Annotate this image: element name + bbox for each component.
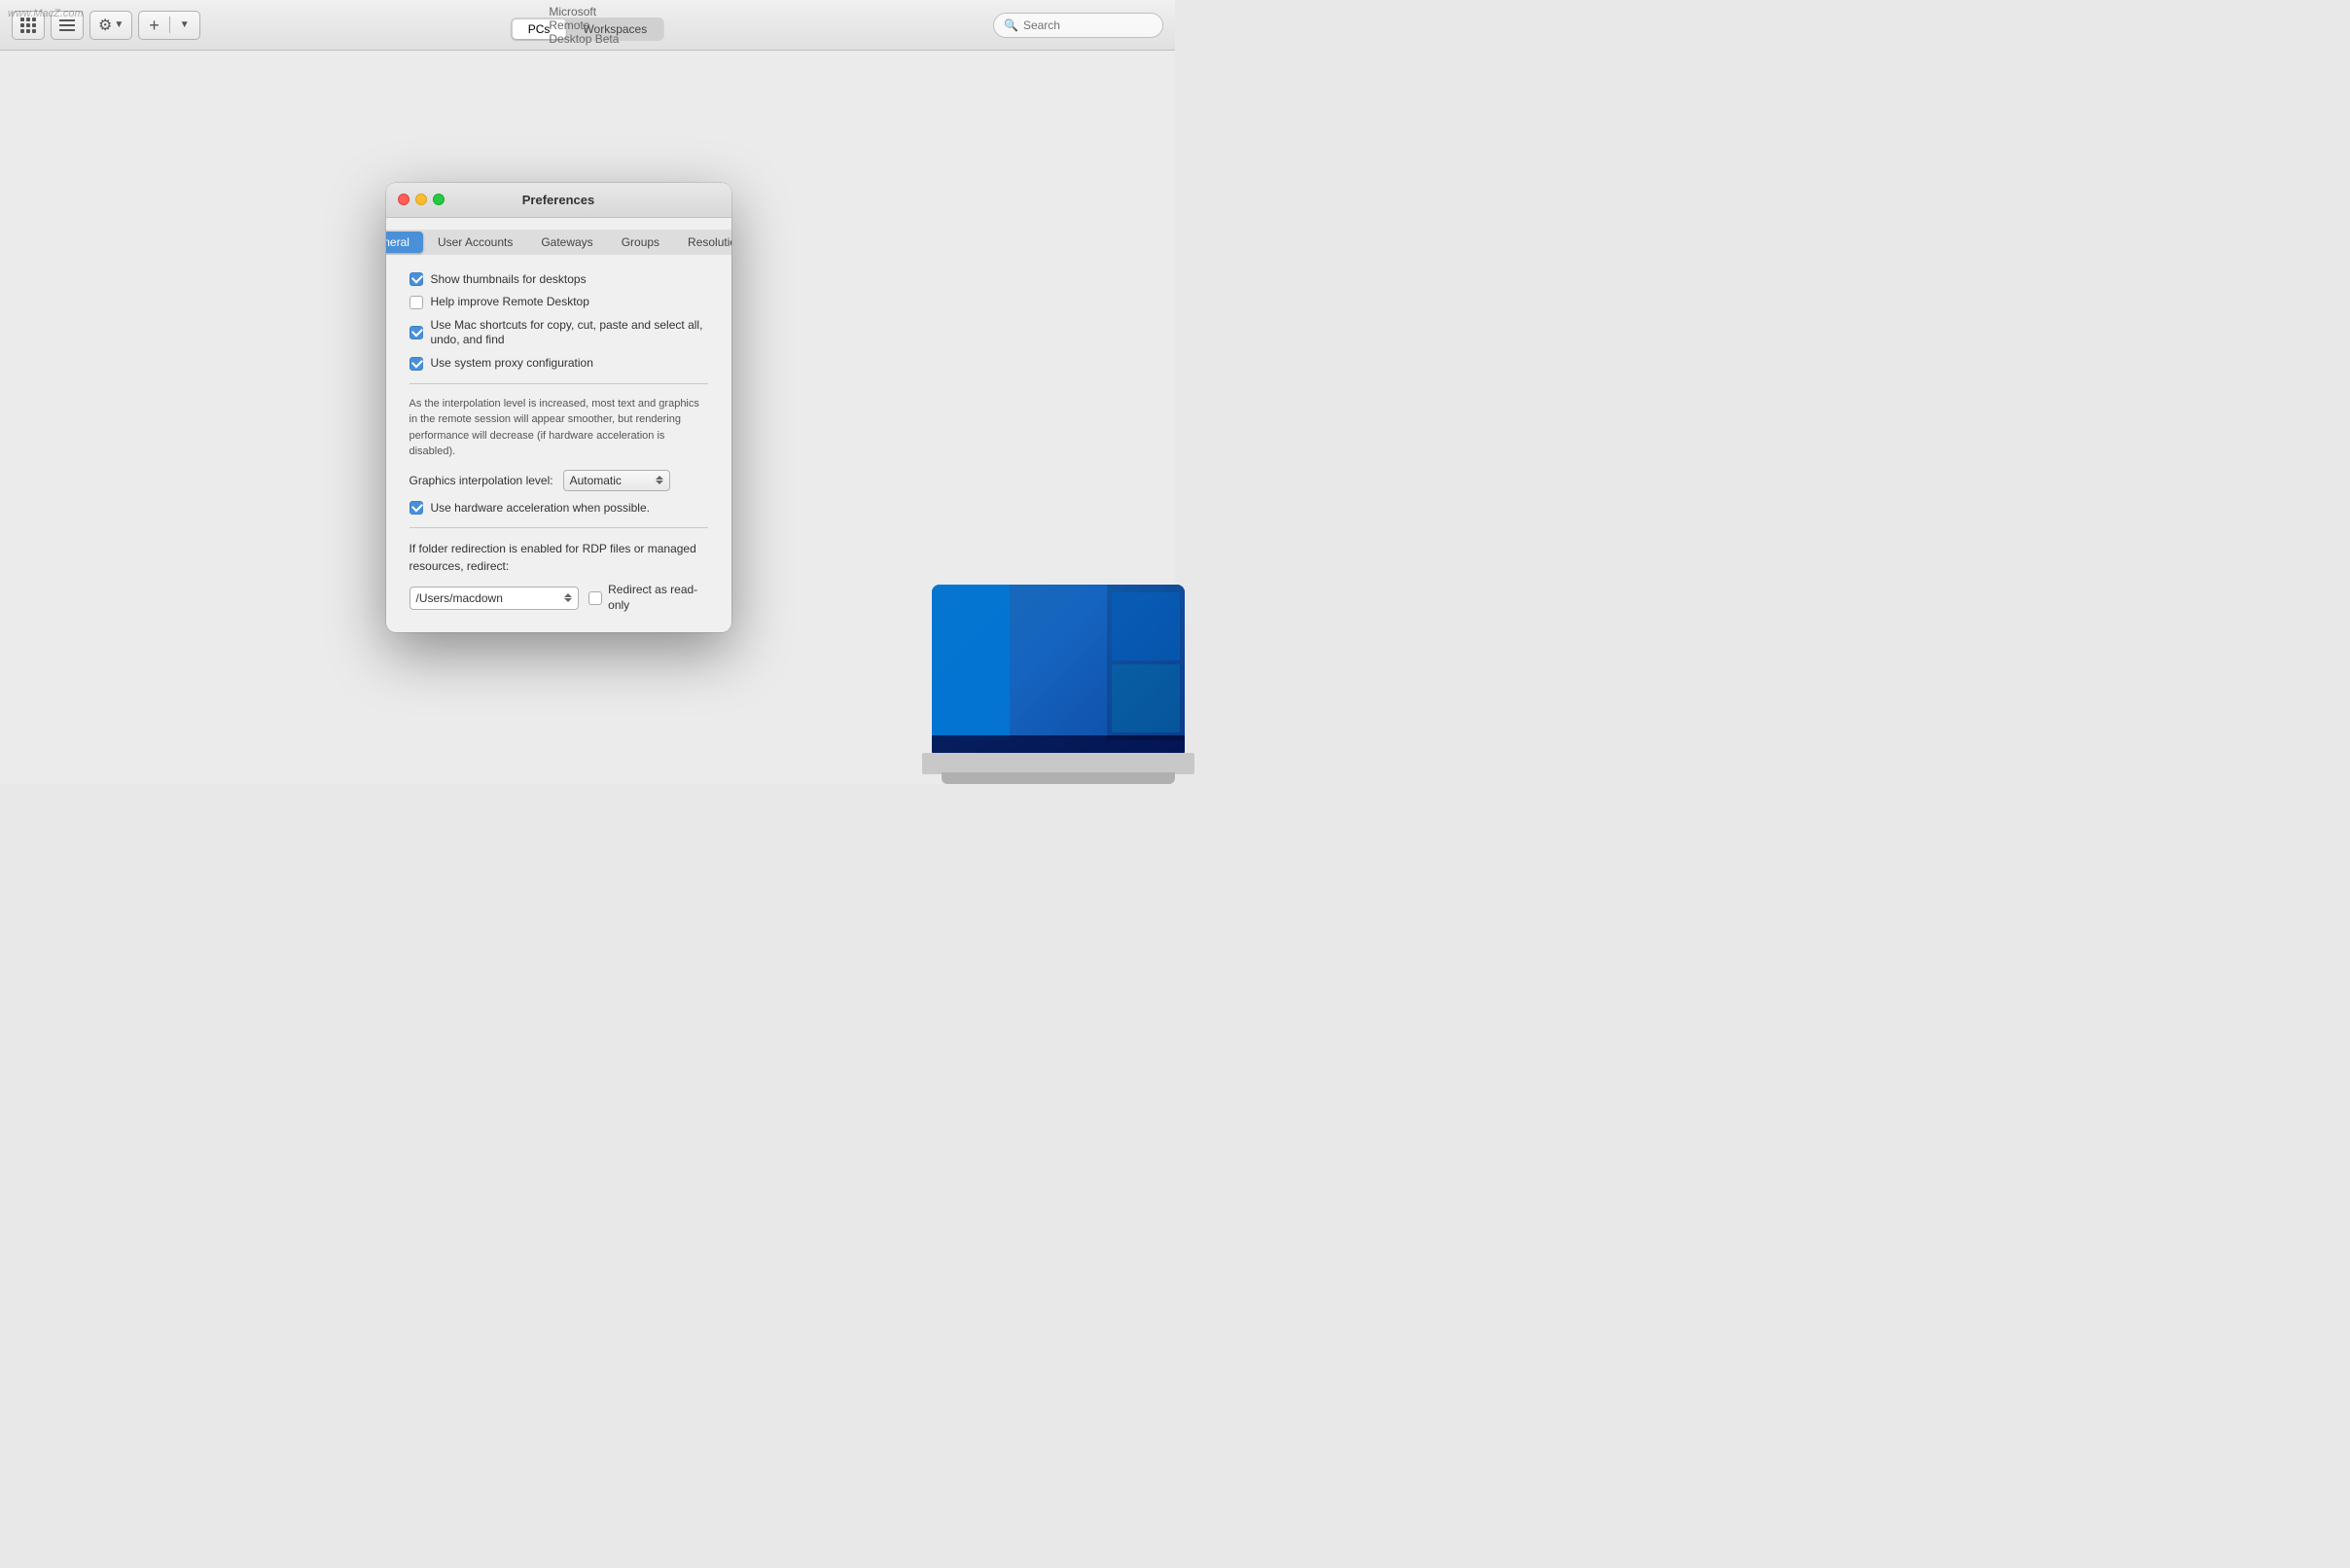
modal-title: Preferences [522,193,594,207]
readonly-label: Redirect as read-only [608,583,707,613]
toolbar-right: 🔍 [993,13,1163,38]
list-icon [59,19,75,31]
modal-general-content: Show thumbnails for desktops Help improv… [386,263,731,633]
interpolation-label: Graphics interpolation level: [409,474,553,487]
watermark-label: www.MacZ.com [8,8,84,19]
show-thumbnails-row: Show thumbnails for desktops [409,272,708,288]
show-thumbnails-label: Show thumbnails for desktops [431,272,587,288]
mac-shortcuts-row: Use Mac shortcuts for copy, cut, paste a… [409,318,708,348]
mac-shortcuts-label: Use Mac shortcuts for copy, cut, paste a… [431,318,708,348]
app-title: Microsoft Remote Desktop Beta [549,5,625,46]
toolbar: www.MacZ.com ⚙ ▼ + ▼ Microsoft Remote De… [0,0,1175,51]
folder-path-text: /Users/macdown [416,591,561,605]
tab-user-accounts[interactable]: User Accounts [424,232,526,253]
close-button[interactable] [398,194,409,205]
folder-select-arrows-icon [564,593,572,602]
system-proxy-checkbox[interactable] [409,357,423,371]
add-button[interactable]: + [139,12,169,39]
interpolation-row: Graphics interpolation level: Automatic [409,470,708,491]
folder-up-arrow [564,593,572,597]
tab-groups[interactable]: Groups [608,232,673,253]
readonly-checkbox[interactable] [588,591,602,605]
readonly-row: Redirect as read-only [588,583,707,613]
down-arrow-icon [656,481,663,484]
folder-down-arrow [564,598,572,602]
system-proxy-row: Use system proxy configuration [409,356,708,372]
folder-row: /Users/macdown Redirect as read-only [409,583,708,613]
show-thumbnails-checkbox[interactable] [409,272,423,286]
select-arrows-icon [656,476,663,484]
add-dropdown-button[interactable]: ▼ [170,12,199,39]
hardware-accel-checkbox[interactable] [409,501,423,515]
divider-1 [409,383,708,384]
tab-general[interactable]: General [386,232,423,253]
tab-gateways[interactable]: Gateways [527,232,606,253]
add-button-group: + ▼ [138,11,199,40]
main-content: Preferences General User Accounts Gatewa… [0,51,1175,784]
interpolation-select[interactable]: Automatic [563,470,670,491]
minimize-button[interactable] [415,194,427,205]
folder-path-select[interactable]: /Users/macdown [409,587,580,610]
window-controls [398,194,445,205]
modal-titlebar: Preferences [386,183,731,218]
tab-resolutions[interactable]: Resolutions [674,232,730,253]
system-proxy-label: Use system proxy configuration [431,356,593,372]
mac-shortcuts-checkbox[interactable] [409,326,423,339]
preferences-modal: Preferences General User Accounts Gatewa… [386,183,731,633]
tabs-container: General User Accounts Gateways Groups Re… [386,218,731,263]
interpolation-value: Automatic [570,474,652,487]
interpolation-description: As the interpolation level is increased,… [409,396,708,460]
help-improve-checkbox[interactable] [409,296,423,309]
search-input[interactable] [1023,18,1153,32]
help-improve-label: Help improve Remote Desktop [431,295,589,310]
maximize-button[interactable] [433,194,445,205]
search-box[interactable]: 🔍 [993,13,1163,38]
tabs: General User Accounts Gateways Groups Re… [386,230,731,255]
help-improve-row: Help improve Remote Desktop [409,295,708,310]
hardware-accel-row: Use hardware acceleration when possible. [409,501,708,517]
modal-overlay: Preferences General User Accounts Gatewa… [0,51,1175,784]
settings-dropdown-arrow: ▼ [114,19,124,30]
hardware-accel-label: Use hardware acceleration when possible. [431,501,650,517]
gear-icon: ⚙ [98,16,112,35]
divider-2 [409,527,708,528]
search-icon: 🔍 [1004,18,1018,32]
up-arrow-icon [656,476,663,480]
settings-button[interactable]: ⚙ ▼ [89,11,132,40]
folder-redirect-description: If folder redirection is enabled for RDP… [409,540,708,575]
